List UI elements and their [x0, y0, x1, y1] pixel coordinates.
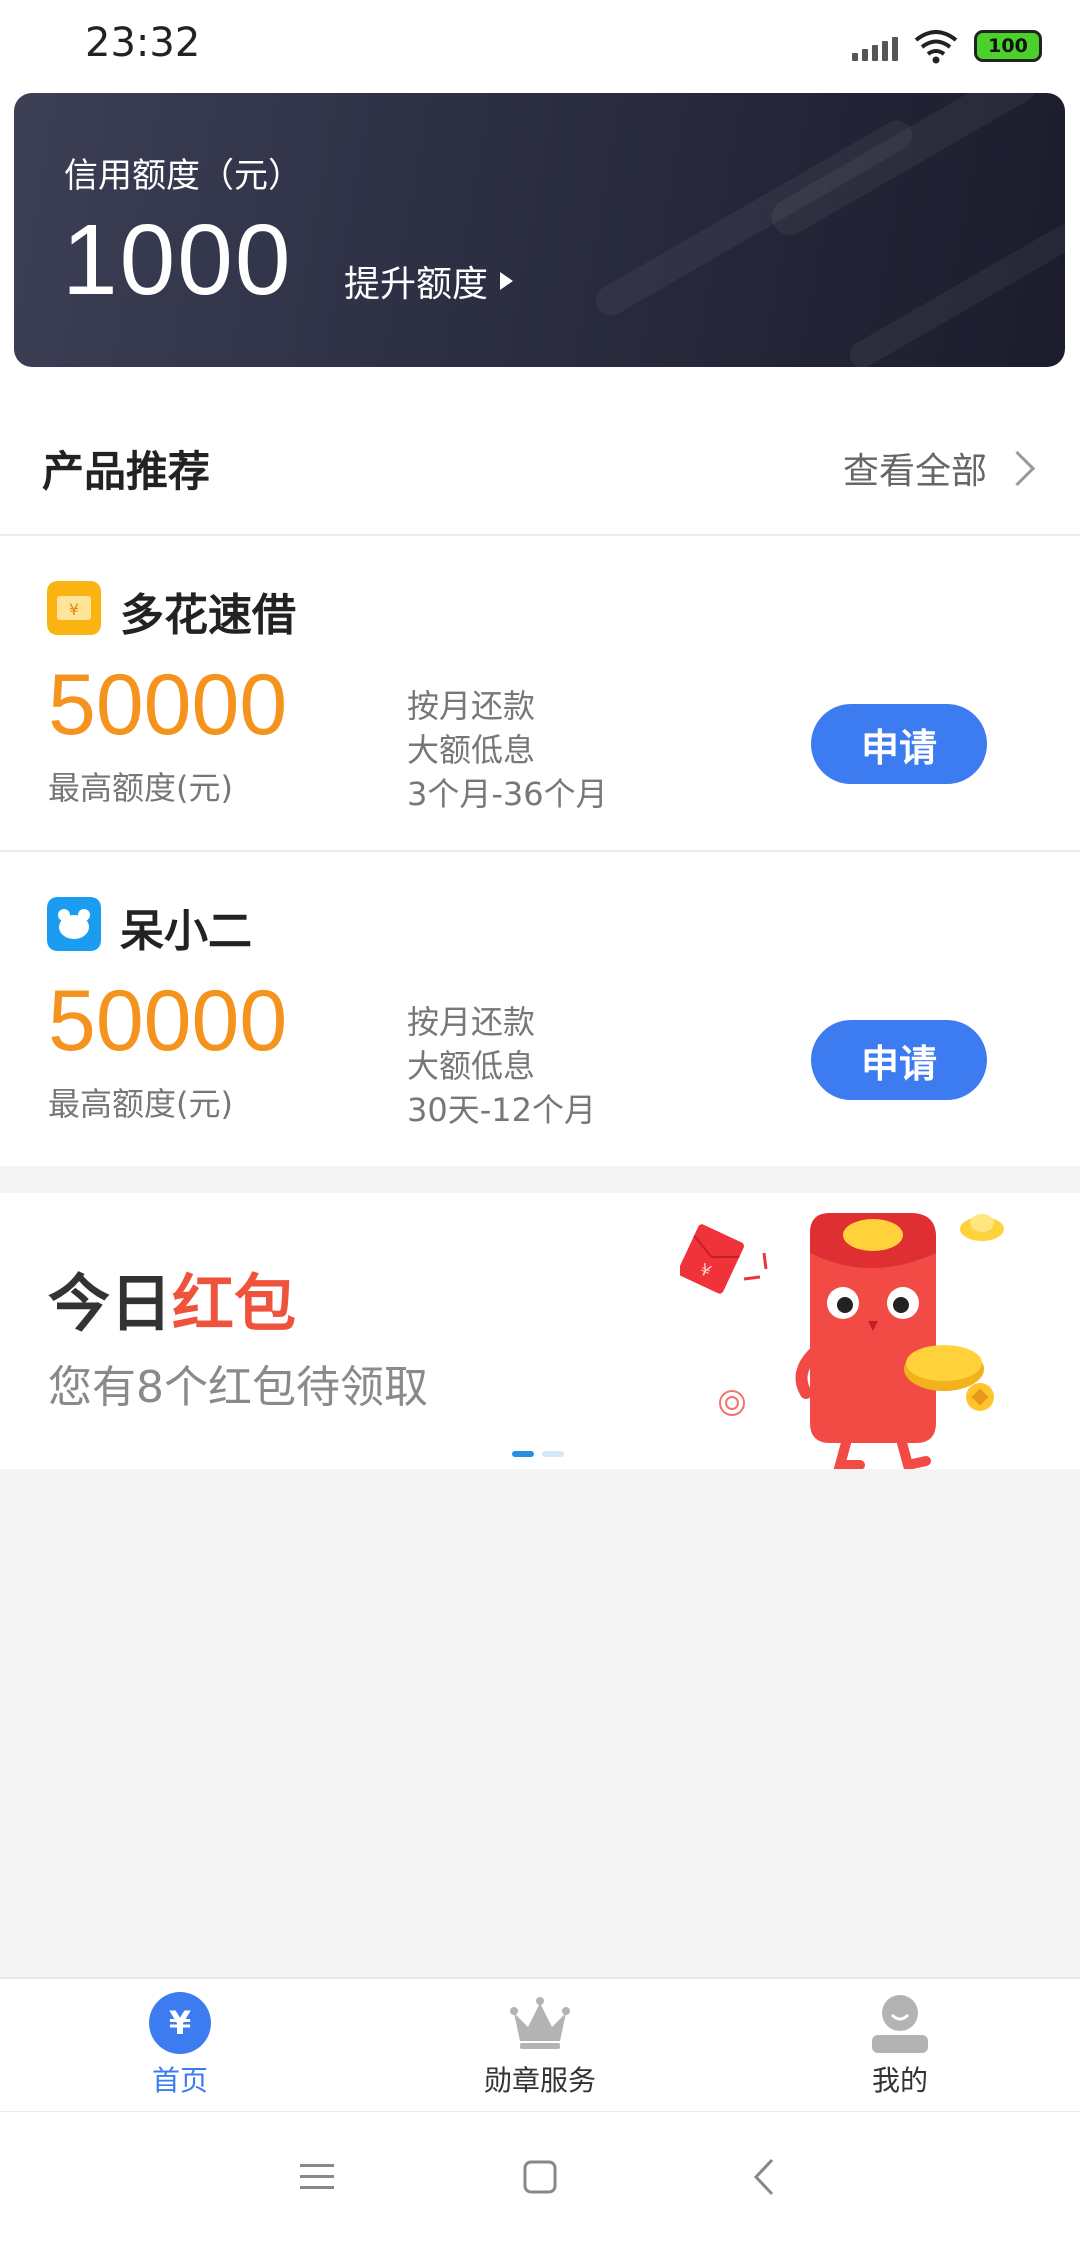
product-amount: 50000 [48, 657, 288, 753]
product-card[interactable]: 呆小二 50000 最高额度(元) 按月还款 大额低息 30天-12个月 申请 [0, 852, 1080, 1166]
crown-icon [510, 1997, 570, 2049]
raise-limit-link[interactable]: 提升额度 [344, 255, 514, 307]
tab-home[interactable]: ¥ 首页 [0, 1979, 360, 2113]
home-square-icon[interactable] [515, 2152, 565, 2202]
product-name: 呆小二 [120, 906, 252, 957]
banner-pagination [512, 1451, 564, 1457]
tab-label: 勋章服务 [483, 2064, 596, 2097]
product-feature: 30天-12个月 [407, 1091, 596, 1129]
status-bar: 23:32 100 [0, 0, 1080, 92]
product-name: 多花速借 [120, 590, 296, 641]
tab-label: 我的 [871, 2064, 928, 2097]
product-amount-label: 最高额度(元) [48, 769, 233, 807]
section-title: 产品推荐 [42, 447, 211, 496]
wifi-icon [914, 30, 958, 64]
banner-title-prefix: 今日 [48, 1267, 173, 1340]
signal-icon [852, 31, 898, 61]
view-all-link[interactable]: 查看全部 [842, 442, 1036, 494]
yen-card-icon: ¥ [47, 581, 101, 635]
battery-icon: 100 [974, 30, 1042, 62]
banner-subtitle: 您有8个红包待领取 [48, 1362, 428, 1413]
products-section-header: 产品推荐 查看全部 [0, 400, 1080, 536]
system-navigation-bar [0, 2111, 1080, 2245]
banner-title: 今日红包 [48, 1253, 296, 1343]
pagination-dot-active[interactable] [512, 1451, 534, 1457]
bear-face-icon [47, 897, 101, 951]
product-feature: 大额低息 [407, 731, 536, 769]
svg-text:¥: ¥ [69, 600, 79, 619]
raise-limit-label: 提升额度 [344, 264, 489, 305]
pagination-dot[interactable] [542, 1451, 564, 1457]
product-feature: 大额低息 [407, 1047, 536, 1085]
product-feature: 按月还款 [407, 687, 536, 725]
product-feature: 3个月-36个月 [407, 775, 608, 813]
tab-profile[interactable]: 我的 [720, 1979, 1080, 2113]
product-amount: 50000 [48, 973, 288, 1069]
tab-label: 首页 [151, 2064, 208, 2097]
product-features: 按月还款 大额低息 3个月-36个月 [407, 684, 608, 816]
credit-card: 信用额度（元） 1000 提升额度 [14, 93, 1065, 367]
credit-label: 信用额度（元） [64, 156, 302, 196]
apply-button[interactable]: 申请 [811, 1020, 987, 1100]
product-card[interactable]: ¥ 多花速借 50000 最高额度(元) 按月还款 大额低息 3个月-36个月 … [0, 536, 1080, 852]
product-amount-label: 最高额度(元) [48, 1085, 233, 1123]
product-features: 按月还款 大额低息 30天-12个月 [407, 1000, 596, 1132]
red-envelope-mascot-icon: ¥ [680, 1213, 1004, 1469]
product-feature: 按月还款 [407, 1003, 536, 1041]
status-time: 23:32 [85, 20, 201, 66]
tab-medals[interactable]: 勋章服务 [360, 1979, 720, 2113]
apply-button[interactable]: 申请 [811, 704, 987, 784]
back-icon[interactable] [740, 2152, 790, 2202]
view-all-label: 查看全部 [842, 451, 987, 492]
yen-circle-icon: ¥ [149, 1992, 211, 2054]
credit-amount: 1000 [62, 204, 293, 316]
bottom-tab-bar: ¥ 首页 勋章服务 我的 [0, 1977, 1080, 2113]
banner-title-highlight: 红包 [172, 1267, 297, 1340]
play-arrow-icon [500, 272, 514, 290]
chevron-right-icon [999, 450, 1036, 486]
status-icons: 100 [852, 26, 1042, 66]
red-envelope-banner[interactable]: 今日红包 您有8个红包待领取 ¥ [0, 1193, 1080, 1469]
svg-text:¥: ¥ [169, 2004, 191, 2042]
menu-icon[interactable] [292, 2152, 342, 2202]
user-icon [872, 1995, 928, 2053]
